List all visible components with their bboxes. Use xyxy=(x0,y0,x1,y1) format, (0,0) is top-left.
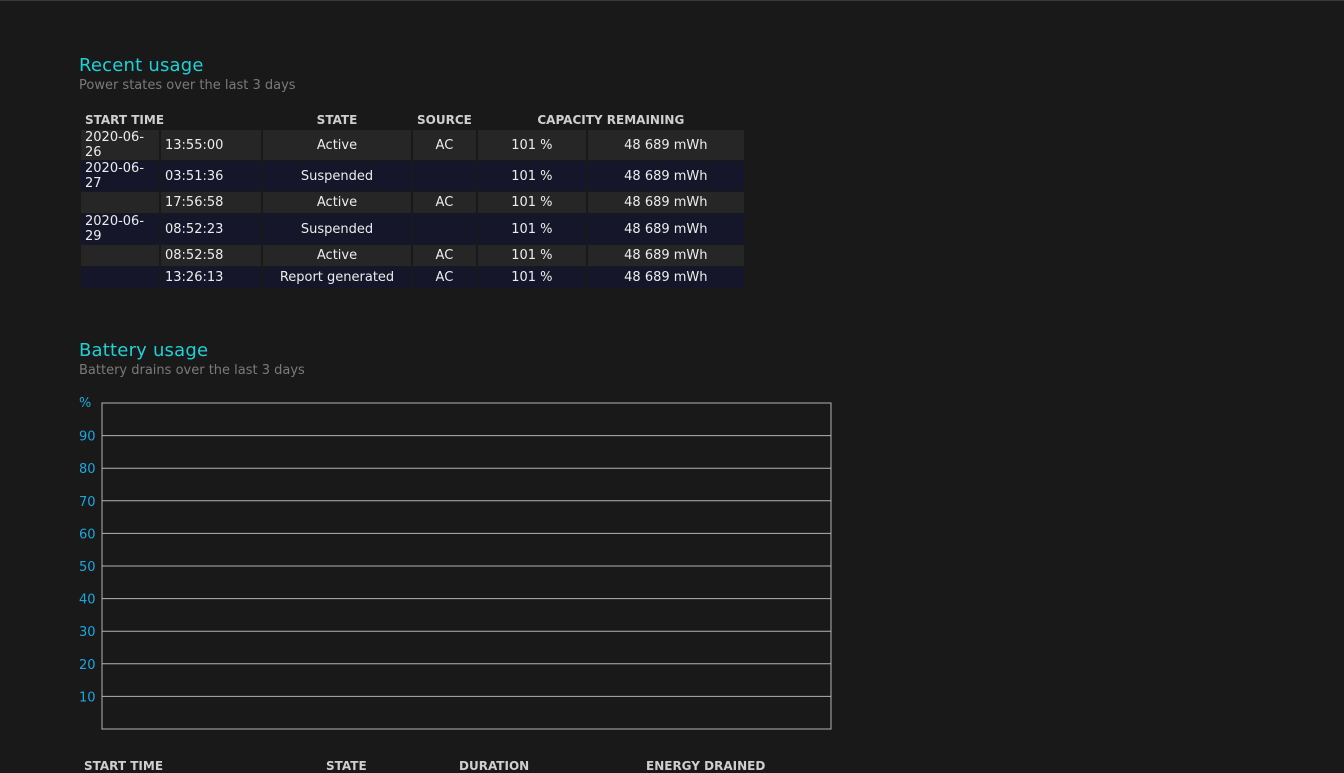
state-cell: Report generated xyxy=(263,267,411,288)
state-cell: Active xyxy=(263,245,411,266)
capacity-mwh-cell: 48 689 mWh xyxy=(587,130,744,160)
battery-usage-chart: 10 20 30 40 50 60 70 80 90% xyxy=(79,396,832,730)
header-capacity-remaining: CAPACITY REMAINING xyxy=(537,113,685,127)
capacity-mwh-cell: 48 689 mWh xyxy=(587,161,744,191)
capacity-mwh-cell: 48 689 mWh xyxy=(587,245,744,266)
start-time-cell: 13:55:00 xyxy=(161,130,261,160)
start-date-cell: 2020-06-26 xyxy=(81,130,159,160)
capacity-percent-cell: 101 % xyxy=(477,130,586,160)
battery-usage-subtitle: Battery drains over the last 3 days xyxy=(79,363,305,378)
start-date-cell xyxy=(81,192,159,213)
recent-usage-title: Recent usage xyxy=(79,55,204,76)
y-axis-label: % xyxy=(79,396,91,411)
start-time-cell: 08:52:23 xyxy=(161,214,261,244)
capacity-percent-cell: 101 % xyxy=(477,161,586,191)
capacity-percent-cell: 101 % xyxy=(477,192,586,213)
start-date-cell: 2020-06-27 xyxy=(81,161,159,191)
state-cell: Suspended xyxy=(263,214,411,244)
capacity-percent-cell: 101 % xyxy=(477,245,586,266)
start-date-cell: 2020-06-29 xyxy=(81,214,159,244)
y-tick-label: 70 xyxy=(79,495,96,510)
header-source: SOURCE xyxy=(417,113,472,127)
y-tick-label: 90 xyxy=(79,430,96,445)
header-state: STATE xyxy=(316,113,358,127)
capacity-mwh-cell: 48 689 mWh xyxy=(587,192,744,213)
header-duration: DURATION xyxy=(459,759,530,773)
start-date-cell xyxy=(81,267,159,288)
header-start-time-2: START TIME xyxy=(84,759,164,773)
top-border xyxy=(0,0,1344,1)
y-tick-label: 50 xyxy=(79,560,96,575)
start-date-cell xyxy=(81,245,159,266)
source-cell xyxy=(413,161,476,191)
table-header-row: START TIME STATE SOURCE CAPACITY REMAINI… xyxy=(81,111,744,129)
table-row: 17:56:58 Active AC 101 % 48 689 mWh xyxy=(81,192,744,213)
start-time-cell: 08:52:58 xyxy=(161,245,261,266)
header-start-time: START TIME xyxy=(85,113,165,127)
table-row: 2020-06-26 13:55:00 Active AC 101 % 48 689 mW… xyxy=(81,130,744,160)
table-row: 08:52:58 Active AC 101 % 48 689 mWh xyxy=(81,245,744,266)
start-time-cell: 13:26:13 xyxy=(161,267,261,288)
recent-usage-subtitle: Power states over the last 3 days xyxy=(79,78,296,93)
source-cell: AC xyxy=(413,192,476,213)
table-row: 2020-06-27 03:51:36 Suspended 101 % 48 689 m… xyxy=(81,161,744,191)
start-time-cell: 17:56:58 xyxy=(161,192,261,213)
source-cell: AC xyxy=(413,245,476,266)
source-cell: AC xyxy=(413,130,476,160)
source-cell: AC xyxy=(413,267,476,288)
header-energy-drained: ENERGY DRAINED xyxy=(646,759,766,773)
capacity-mwh-cell: 48 689 mWh xyxy=(587,214,744,244)
recent-usage-table: START TIME STATE SOURCE CAPACITY REMAINI… xyxy=(79,110,746,289)
battery-usage-title: Battery usage xyxy=(79,340,209,361)
state-cell: Active xyxy=(263,192,411,213)
y-tick-label: 80 xyxy=(79,462,96,477)
y-tick-label: 60 xyxy=(79,527,96,542)
y-tick-label: 30 xyxy=(79,625,96,640)
capacity-percent-cell: 101 % xyxy=(477,267,586,288)
y-tick-label: 40 xyxy=(79,593,96,608)
start-time-cell: 03:51:36 xyxy=(161,161,261,191)
capacity-mwh-cell: 48 689 mWh xyxy=(587,267,744,288)
header-state-2: STATE xyxy=(326,759,367,773)
capacity-percent-cell: 101 % xyxy=(477,214,586,244)
source-cell xyxy=(413,214,476,244)
table-row: 2020-06-29 08:52:23 Suspended 101 % 48 689 m… xyxy=(81,214,744,244)
y-tick-label: 10 xyxy=(79,690,96,705)
table-row: 13:26:13 Report generated AC 101 % 48 689 mW… xyxy=(81,267,744,288)
recent-usage-section: Recent usage Power states over the last … xyxy=(79,54,296,94)
state-cell: Suspended xyxy=(263,161,411,191)
state-cell: Active xyxy=(263,130,411,160)
battery-usage-section: Battery usage Battery drains over the la… xyxy=(79,339,305,379)
y-tick-label: 20 xyxy=(79,658,96,673)
